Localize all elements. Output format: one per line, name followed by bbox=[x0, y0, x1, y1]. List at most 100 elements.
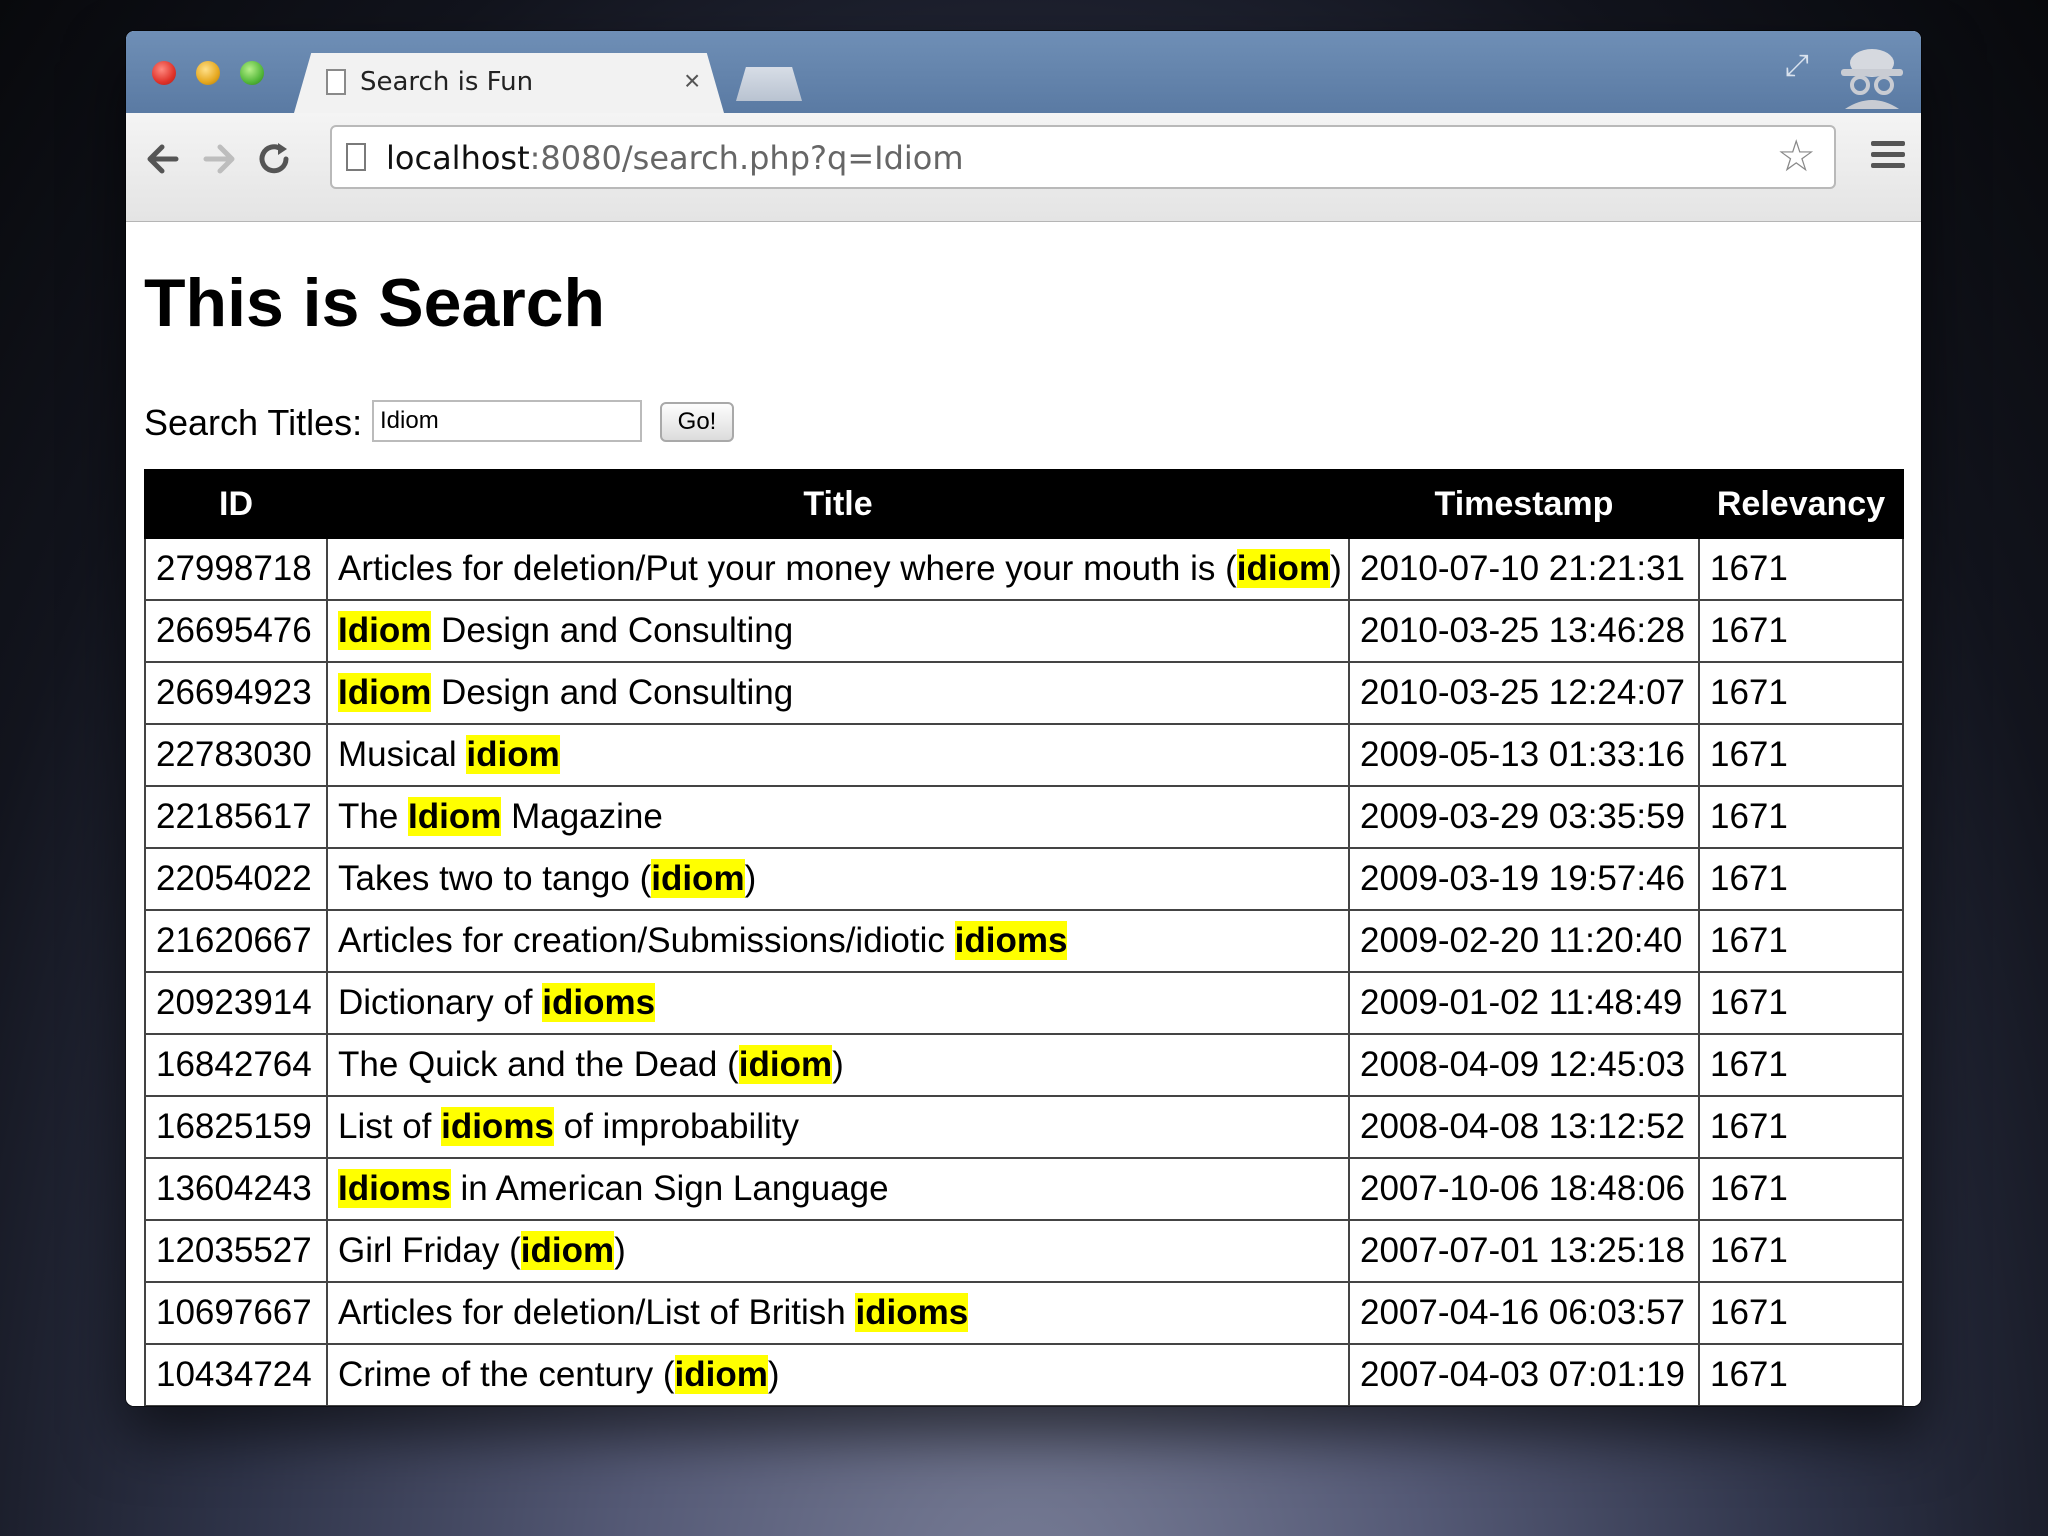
cell-relevancy: 1671 bbox=[1698, 847, 1904, 911]
title-text: Design and Consulting bbox=[431, 673, 794, 712]
forward-arrow-icon[interactable] bbox=[196, 135, 244, 183]
cell-timestamp: 2010-03-25 12:24:07 bbox=[1348, 661, 1700, 725]
title-text: Articles for deletion/Put your money whe… bbox=[338, 549, 1237, 588]
cell-title: Idioms in American Sign Language bbox=[326, 1157, 1350, 1221]
cell-relevancy: 1671 bbox=[1698, 1281, 1904, 1345]
table-row: 26694923 Idiom Design and Consulting 2010-… bbox=[144, 661, 1904, 725]
title-text: ) bbox=[1330, 549, 1342, 588]
highlighted-term: idiom bbox=[738, 1045, 833, 1084]
cell-id: 22783030 bbox=[144, 723, 328, 787]
cell-id: 22054022 bbox=[144, 847, 328, 911]
cell-relevancy: 1671 bbox=[1698, 599, 1904, 663]
address-bar[interactable]: localhost:8080/search.php?q=Idiom ☆ bbox=[330, 125, 1836, 189]
cell-relevancy: 1671 bbox=[1698, 1157, 1904, 1221]
cell-timestamp: 2007-10-06 18:48:06 bbox=[1348, 1157, 1700, 1221]
browser-toolbar: localhost:8080/search.php?q=Idiom ☆ bbox=[126, 113, 1921, 222]
search-input[interactable] bbox=[372, 400, 642, 442]
zoom-window-button[interactable] bbox=[240, 61, 264, 85]
cell-timestamp: 2009-03-19 19:57:46 bbox=[1348, 847, 1700, 911]
header-relevancy: Relevancy bbox=[1698, 469, 1904, 539]
cell-title: Articles for deletion/List of British id… bbox=[326, 1281, 1350, 1345]
highlighted-term: idiom bbox=[674, 1355, 768, 1394]
title-text: ) bbox=[767, 1355, 780, 1394]
cell-id: 10697667 bbox=[144, 1281, 328, 1345]
cell-relevancy: 1671 bbox=[1698, 971, 1904, 1035]
reload-icon[interactable] bbox=[250, 135, 298, 183]
cell-timestamp: 2009-05-13 01:33:16 bbox=[1348, 723, 1700, 787]
page-icon bbox=[346, 143, 366, 171]
highlighted-term: idiom bbox=[1236, 549, 1331, 588]
cell-id: 12035527 bbox=[144, 1219, 328, 1283]
title-text: ) bbox=[832, 1045, 844, 1084]
table-row: 27998718 Articles for deletion/Put your m… bbox=[144, 537, 1904, 601]
table-row: 22054022 Takes two to tango (idiom) 2009-0… bbox=[144, 847, 1904, 911]
title-text: ) bbox=[744, 859, 757, 898]
title-text: of improbability bbox=[553, 1107, 800, 1146]
table-row: 13604243 Idioms in American Sign Language… bbox=[144, 1157, 1904, 1221]
cell-title: Idiom Design and Consulting bbox=[326, 599, 1350, 663]
title-text: The Quick and the Dead ( bbox=[338, 1045, 739, 1084]
fullscreen-icon[interactable]: ⤢ bbox=[1785, 49, 1819, 83]
bookmark-star-icon[interactable]: ☆ bbox=[1777, 133, 1816, 181]
cell-timestamp: 2007-04-16 06:03:57 bbox=[1348, 1281, 1700, 1345]
cell-timestamp: 2009-03-29 03:35:59 bbox=[1348, 785, 1700, 849]
highlighted-term: idiom bbox=[651, 859, 745, 898]
header-title: Title bbox=[326, 469, 1350, 539]
close-window-button[interactable] bbox=[152, 61, 176, 85]
cell-title: Articles for deletion/Put your money whe… bbox=[326, 537, 1350, 601]
cell-timestamp: 2007-07-01 13:25:18 bbox=[1348, 1219, 1700, 1283]
cell-timestamp: 2009-01-02 11:48:49 bbox=[1348, 971, 1700, 1035]
header-row: ID Title Timestamp Relevancy bbox=[144, 469, 1904, 539]
table-row: 20923914 Dictionary of idioms 2009-01-02 1… bbox=[144, 971, 1904, 1035]
table-row: 16825159 List of idioms of improbability 2… bbox=[144, 1095, 1904, 1159]
cell-title: Crime of the century (idiom) bbox=[326, 1343, 1350, 1406]
back-arrow-icon[interactable] bbox=[138, 135, 186, 183]
table-row: 16842764 The Quick and the Dead (idiom) 20… bbox=[144, 1033, 1904, 1097]
highlighted-term: idioms bbox=[441, 1107, 554, 1146]
browser-window: Search is Fun × ⤢ localhost:8080/search.… bbox=[126, 31, 1921, 1406]
tab-title: Search is Fun bbox=[360, 67, 534, 97]
cell-id: 26695476 bbox=[144, 599, 328, 663]
highlighted-term: Idiom bbox=[408, 797, 502, 836]
title-text: The bbox=[338, 797, 409, 836]
cell-timestamp: 2010-07-10 21:21:31 bbox=[1348, 537, 1700, 601]
results-table: ID Title Timestamp Relevancy 27998718 Art… bbox=[144, 469, 1904, 1406]
cell-title: Musical idiom bbox=[326, 723, 1350, 787]
cell-relevancy: 1671 bbox=[1698, 909, 1904, 973]
title-text: Takes two to tango ( bbox=[338, 859, 652, 898]
title-text: Articles for creation/Submissions/idioti… bbox=[338, 921, 955, 960]
table-row: 12035527 Girl Friday (idiom) 2007-07-01 13… bbox=[144, 1219, 1904, 1283]
cell-id: 20923914 bbox=[144, 971, 328, 1035]
cell-id: 16825159 bbox=[144, 1095, 328, 1159]
title-text: Crime of the century ( bbox=[338, 1355, 675, 1394]
url-path: :8080/search.php?q=Idiom bbox=[529, 139, 964, 177]
cell-relevancy: 1671 bbox=[1698, 661, 1904, 725]
tab-search-is-fun[interactable]: Search is Fun × bbox=[294, 53, 724, 113]
tab-strip: Search is Fun × ⤢ bbox=[126, 31, 1921, 113]
title-text: Design and Consulting bbox=[431, 611, 794, 650]
cell-title: The Idiom Magazine bbox=[326, 785, 1350, 849]
title-text: Magazine bbox=[501, 797, 663, 836]
cell-relevancy: 1671 bbox=[1698, 785, 1904, 849]
highlighted-term: idioms bbox=[855, 1293, 969, 1332]
highlighted-term: idiom bbox=[466, 735, 560, 774]
cell-title: Articles for creation/Submissions/idioti… bbox=[326, 909, 1350, 973]
menu-icon[interactable] bbox=[1865, 135, 1911, 181]
highlighted-term: Idiom bbox=[338, 611, 432, 650]
table-row: 21620667 Articles for creation/Submission… bbox=[144, 909, 1904, 973]
cell-id: 16842764 bbox=[144, 1033, 328, 1097]
cell-timestamp: 2010-03-25 13:46:28 bbox=[1348, 599, 1700, 663]
table-row: 22783030 Musical idiom 2009-05-13 01:33:16… bbox=[144, 723, 1904, 787]
tab-close-icon[interactable]: × bbox=[684, 65, 700, 97]
search-label: Search Titles: bbox=[144, 402, 363, 443]
cell-title: List of idioms of improbability bbox=[326, 1095, 1350, 1159]
cell-id: 10434724 bbox=[144, 1343, 328, 1406]
header-id: ID bbox=[144, 469, 328, 539]
new-tab-button[interactable] bbox=[736, 67, 802, 101]
title-text: List of bbox=[338, 1107, 442, 1146]
cell-relevancy: 1671 bbox=[1698, 1095, 1904, 1159]
cell-title: Idiom Design and Consulting bbox=[326, 661, 1350, 725]
go-button[interactable]: Go! bbox=[660, 402, 734, 442]
url-text[interactable]: localhost:8080/search.php?q=Idiom bbox=[386, 139, 964, 177]
minimize-window-button[interactable] bbox=[196, 61, 220, 85]
